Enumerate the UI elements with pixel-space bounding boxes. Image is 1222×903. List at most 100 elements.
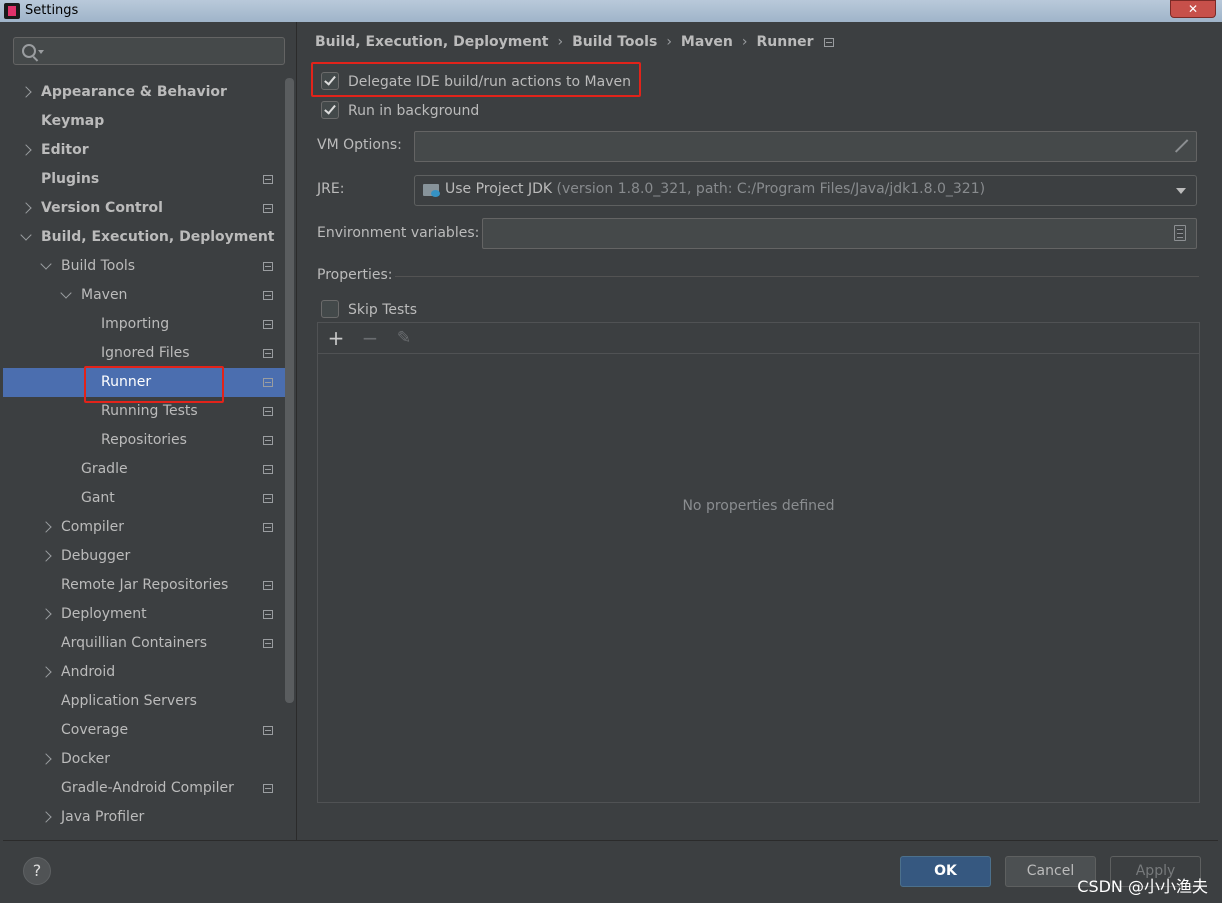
project-level-settings-icon [263, 262, 273, 271]
sidebar-item-version-control[interactable]: Version Control [3, 194, 285, 223]
dialog-footer: ? OK Cancel Apply [3, 840, 1218, 901]
jre-select[interactable]: Use Project JDK (version 1.8.0_321, path… [414, 175, 1197, 206]
breadcrumb-item[interactable]: Build Tools [572, 34, 657, 50]
chevron-down-icon[interactable] [40, 258, 52, 270]
project-level-settings-icon [263, 610, 273, 619]
sidebar-item-gradle-android-compiler[interactable]: Gradle-Android Compiler [3, 774, 285, 803]
breadcrumb-item[interactable]: Maven [681, 34, 733, 50]
breadcrumb: Build, Execution, Deployment › Build Tools… [315, 34, 834, 54]
chevron-down-icon[interactable] [60, 287, 72, 299]
run-in-background-checkbox[interactable] [321, 101, 339, 119]
sidebar-item-maven[interactable]: Maven [3, 281, 285, 310]
sidebar-item-label: Docker [61, 751, 111, 767]
window-close-button[interactable]: ✕ [1170, 0, 1216, 18]
chevron-right-icon[interactable] [40, 608, 52, 620]
sidebar-item-android[interactable]: Android [3, 658, 285, 687]
project-level-settings-icon [263, 378, 273, 387]
chevron-right-icon[interactable] [20, 86, 32, 98]
edit-icon[interactable]: ✎ [394, 323, 414, 354]
vm-options-field[interactable] [414, 131, 1197, 162]
sidebar-item-ignored-files[interactable]: Ignored Files [3, 339, 285, 368]
jre-detail: (version 1.8.0_321, path: C:/Program Fil… [556, 181, 986, 197]
jre-selected-value: Use Project JDK (version 1.8.0_321, path… [445, 181, 985, 197]
sidebar-item-label: Java Profiler [61, 809, 145, 825]
sidebar-item-java-profiler[interactable]: Java Profiler [3, 803, 285, 832]
sidebar-item-label: Deployment [61, 606, 147, 622]
run-in-background-row[interactable]: Run in background [321, 100, 479, 122]
chevron-right-icon[interactable] [20, 202, 32, 214]
sidebar-item-label: Application Servers [61, 693, 197, 709]
project-level-settings-icon [263, 407, 273, 416]
chevron-right-icon[interactable] [40, 811, 52, 823]
breadcrumb-item[interactable]: Build, Execution, Deployment [315, 34, 549, 50]
sidebar-item-gradle[interactable]: Gradle [3, 455, 285, 484]
sidebar-item-keymap[interactable]: Keymap [3, 107, 285, 136]
sidebar-item-runner[interactable]: Runner [3, 368, 285, 397]
environment-variables-field[interactable] [482, 218, 1197, 249]
jre-label: JRE: [317, 181, 345, 197]
sidebar-item-label: Android [61, 664, 116, 680]
search-history-dropdown-icon[interactable] [38, 50, 44, 54]
sidebar-item-repositories[interactable]: Repositories [3, 426, 285, 455]
delegate-to-maven-checkbox[interactable] [321, 72, 339, 90]
sidebar-item-deployment[interactable]: Deployment [3, 600, 285, 629]
properties-toolbar: + − ✎ [318, 323, 1199, 354]
chevron-right-icon[interactable] [40, 521, 52, 533]
sidebar-item-coverage[interactable]: Coverage [3, 716, 285, 745]
remove-icon[interactable]: − [360, 323, 380, 354]
project-level-settings-icon [263, 523, 273, 532]
sidebar-item-compiler[interactable]: Compiler [3, 513, 285, 542]
skip-tests-checkbox[interactable] [321, 300, 339, 318]
settings-search-input[interactable] [13, 37, 285, 65]
sidebar-item-docker[interactable]: Docker [3, 745, 285, 774]
sidebar-item-build-tools[interactable]: Build Tools [3, 252, 285, 281]
sidebar-item-application-servers[interactable]: Application Servers [3, 687, 285, 716]
delegate-to-maven-label[interactable]: Delegate IDE build/run actions to Maven [348, 74, 631, 90]
sidebar-item-editor[interactable]: Editor [3, 136, 285, 165]
browse-list-icon[interactable] [1174, 225, 1186, 241]
sidebar-item-label: Ignored Files [101, 345, 190, 361]
breadcrumb-separator: › [741, 34, 748, 50]
project-level-settings-icon [263, 581, 273, 590]
sidebar-item-build-execution-deployment[interactable]: Build, Execution, Deployment [3, 223, 285, 252]
chevron-right-icon[interactable] [40, 550, 52, 562]
sidebar-item-appearance-behavior[interactable]: Appearance & Behavior [3, 78, 285, 107]
chevron-right-icon[interactable] [40, 666, 52, 678]
sidebar-item-label: Coverage [61, 722, 129, 738]
help-button[interactable]: ? [23, 857, 51, 885]
sidebar-item-label: Build, Execution, Deployment [41, 229, 275, 245]
chevron-right-icon[interactable] [20, 144, 32, 156]
sidebar-scrollbar[interactable] [285, 78, 294, 703]
sidebar-item-label: Gant [81, 490, 115, 506]
skip-tests-row[interactable]: Skip Tests [321, 299, 417, 321]
sidebar-item-label: Running Tests [101, 403, 198, 419]
skip-tests-label[interactable]: Skip Tests [348, 302, 417, 318]
dropdown-arrow-icon[interactable] [1176, 188, 1186, 194]
chevron-right-icon[interactable] [40, 753, 52, 765]
sidebar-item-label: Plugins [41, 171, 100, 187]
sidebar-item-debugger[interactable]: Debugger [3, 542, 285, 571]
sidebar-item-plugins[interactable]: Plugins [3, 165, 285, 194]
sidebar-item-label: Maven [81, 287, 128, 303]
sidebar-item-label: Debugger [61, 548, 131, 564]
sidebar-item-arquillian-containers[interactable]: Arquillian Containers [3, 629, 285, 658]
project-level-settings-icon [263, 726, 273, 735]
search-icon [22, 44, 36, 58]
run-in-background-label[interactable]: Run in background [348, 103, 479, 119]
sidebar-item-running-tests[interactable]: Running Tests [3, 397, 285, 426]
sidebar-item-gant[interactable]: Gant [3, 484, 285, 513]
sidebar-item-remote-jar-repositories[interactable]: Remote Jar Repositories [3, 571, 285, 600]
window-title: Settings [25, 3, 79, 18]
ok-button[interactable]: OK [900, 856, 991, 887]
delegate-to-maven-row[interactable]: Delegate IDE build/run actions to Maven [321, 71, 631, 93]
vm-options-label: VM Options: [317, 137, 402, 153]
chevron-down-icon[interactable] [20, 229, 32, 241]
expand-icon[interactable] [1173, 139, 1186, 152]
sidebar-item-label: Version Control [41, 200, 163, 216]
sidebar-item-label: Compiler [61, 519, 125, 535]
sidebar-item-importing[interactable]: Importing [3, 310, 285, 339]
sidebar-item-label: Gradle [81, 461, 128, 477]
add-icon[interactable]: + [326, 323, 346, 354]
project-level-settings-icon [263, 436, 273, 445]
project-level-settings-icon [823, 37, 834, 47]
